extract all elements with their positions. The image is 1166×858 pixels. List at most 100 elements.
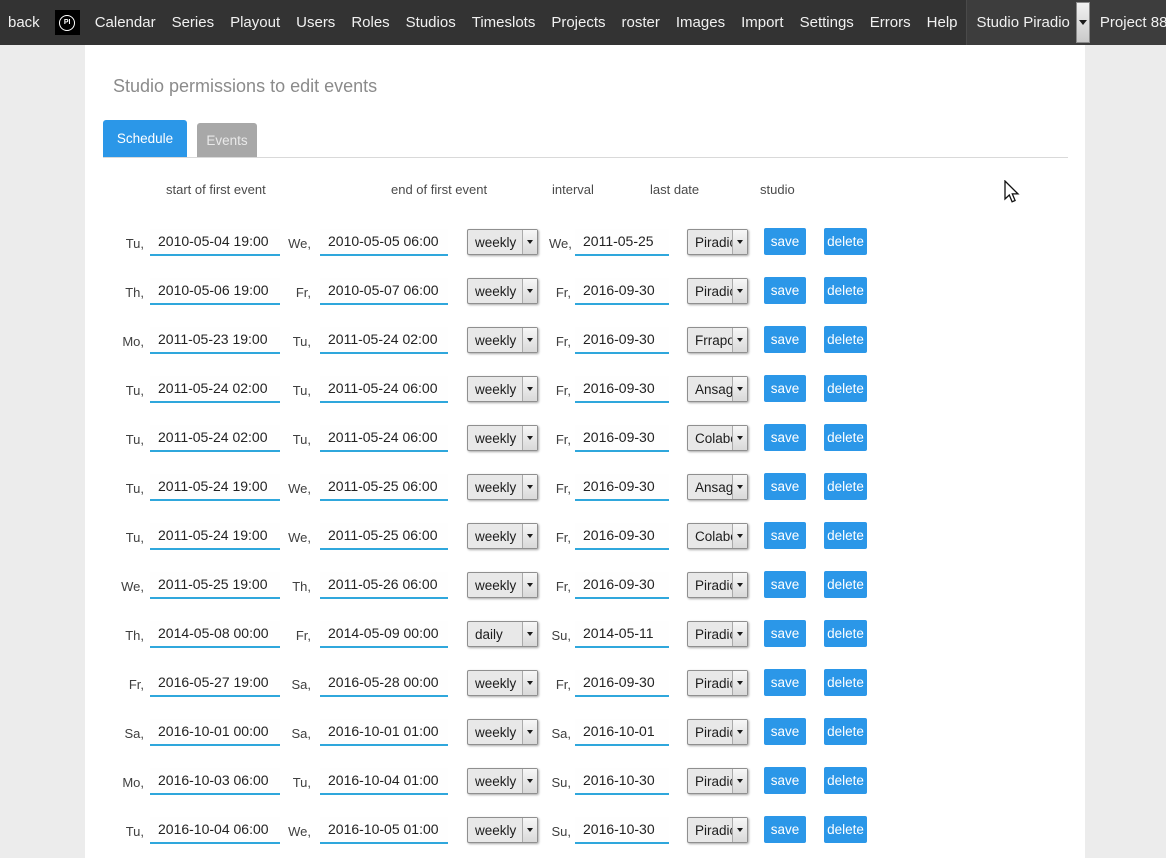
nav-item-help[interactable]: Help: [919, 14, 966, 31]
delete-button[interactable]: delete: [824, 571, 867, 598]
save-button[interactable]: save: [764, 669, 806, 696]
nav-item-users[interactable]: Users: [288, 14, 343, 31]
studio-select[interactable]: Frrapo: [687, 327, 748, 353]
save-button[interactable]: save: [764, 277, 806, 304]
start-datetime-input[interactable]: [150, 572, 280, 599]
studio-select[interactable]: Colabo: [687, 523, 748, 549]
nav-item-calendar[interactable]: Calendar: [87, 14, 164, 31]
end-datetime-input[interactable]: [320, 572, 448, 599]
start-datetime-input[interactable]: [150, 817, 280, 844]
last-date-input[interactable]: [575, 670, 669, 697]
app-logo[interactable]: PI: [55, 10, 80, 35]
delete-button[interactable]: delete: [824, 620, 867, 647]
end-datetime-input[interactable]: [320, 474, 448, 501]
interval-select[interactable]: weekly: [467, 523, 538, 549]
last-date-input[interactable]: [575, 523, 669, 550]
studio-select[interactable]: Piradio: [687, 572, 748, 598]
studio-select[interactable]: Piradio: [687, 229, 748, 255]
tab-events[interactable]: Events: [197, 123, 257, 157]
interval-select[interactable]: weekly: [467, 474, 538, 500]
delete-button[interactable]: delete: [824, 326, 867, 353]
end-datetime-input[interactable]: [320, 621, 448, 648]
save-button[interactable]: save: [764, 326, 806, 353]
start-datetime-input[interactable]: [150, 768, 280, 795]
interval-select[interactable]: daily: [467, 621, 538, 647]
start-datetime-input[interactable]: [150, 621, 280, 648]
project-selector[interactable]: Project 88vier: [1096, 0, 1166, 45]
interval-select[interactable]: weekly: [467, 425, 538, 451]
save-button[interactable]: save: [764, 375, 806, 402]
end-datetime-input[interactable]: [320, 327, 448, 354]
end-datetime-input[interactable]: [320, 670, 448, 697]
delete-button[interactable]: delete: [824, 767, 867, 794]
delete-button[interactable]: delete: [824, 228, 867, 255]
nav-item-series[interactable]: Series: [164, 14, 223, 31]
last-date-input[interactable]: [575, 376, 669, 403]
save-button[interactable]: save: [764, 522, 806, 549]
nav-item-settings[interactable]: Settings: [792, 14, 862, 31]
start-datetime-input[interactable]: [150, 278, 280, 305]
delete-button[interactable]: delete: [824, 473, 867, 500]
nav-item-roles[interactable]: Roles: [343, 14, 397, 31]
delete-button[interactable]: delete: [824, 522, 867, 549]
nav-item-projects[interactable]: Projects: [543, 14, 613, 31]
studio-select[interactable]: Piradio: [687, 621, 748, 647]
end-datetime-input[interactable]: [320, 229, 448, 256]
interval-select[interactable]: weekly: [467, 327, 538, 353]
nav-item-roster[interactable]: roster: [614, 14, 668, 31]
studio-select[interactable]: Ansage: [687, 474, 748, 500]
end-datetime-input[interactable]: [320, 523, 448, 550]
delete-button[interactable]: delete: [824, 277, 867, 304]
start-datetime-input[interactable]: [150, 523, 280, 550]
save-button[interactable]: save: [764, 473, 806, 500]
nav-item-import[interactable]: Import: [733, 14, 792, 31]
save-button[interactable]: save: [764, 816, 806, 843]
save-button[interactable]: save: [764, 718, 806, 745]
save-button[interactable]: save: [764, 620, 806, 647]
last-date-input[interactable]: [575, 719, 669, 746]
back-link[interactable]: back: [0, 14, 48, 31]
studio-select[interactable]: Piradio: [687, 719, 748, 745]
interval-select[interactable]: weekly: [467, 376, 538, 402]
tab-schedule[interactable]: Schedule: [103, 120, 187, 157]
studio-select[interactable]: Piradio: [687, 768, 748, 794]
delete-button[interactable]: delete: [824, 669, 867, 696]
studio-selector[interactable]: Studio Piradio: [973, 0, 1090, 45]
interval-select[interactable]: weekly: [467, 572, 538, 598]
start-datetime-input[interactable]: [150, 229, 280, 256]
last-date-input[interactable]: [575, 768, 669, 795]
interval-select[interactable]: weekly: [467, 278, 538, 304]
last-date-input[interactable]: [575, 572, 669, 599]
delete-button[interactable]: delete: [824, 375, 867, 402]
nav-item-timeslots[interactable]: Timeslots: [464, 14, 544, 31]
start-datetime-input[interactable]: [150, 670, 280, 697]
save-button[interactable]: save: [764, 767, 806, 794]
interval-select[interactable]: weekly: [467, 670, 538, 696]
nav-item-studios[interactable]: Studios: [398, 14, 464, 31]
interval-select[interactable]: weekly: [467, 719, 538, 745]
end-datetime-input[interactable]: [320, 719, 448, 746]
end-datetime-input[interactable]: [320, 817, 448, 844]
studio-select[interactable]: Piradio: [687, 670, 748, 696]
delete-button[interactable]: delete: [824, 718, 867, 745]
save-button[interactable]: save: [764, 228, 806, 255]
interval-select[interactable]: weekly: [467, 768, 538, 794]
delete-button[interactable]: delete: [824, 424, 867, 451]
last-date-input[interactable]: [575, 817, 669, 844]
start-datetime-input[interactable]: [150, 376, 280, 403]
last-date-input[interactable]: [575, 474, 669, 501]
studio-select[interactable]: Colabo: [687, 425, 748, 451]
end-datetime-input[interactable]: [320, 278, 448, 305]
delete-button[interactable]: delete: [824, 816, 867, 843]
last-date-input[interactable]: [575, 621, 669, 648]
studio-select[interactable]: Piradio: [687, 817, 748, 843]
last-date-input[interactable]: [575, 425, 669, 452]
studio-select[interactable]: Piradio: [687, 278, 748, 304]
start-datetime-input[interactable]: [150, 327, 280, 354]
last-date-input[interactable]: [575, 278, 669, 305]
nav-item-errors[interactable]: Errors: [862, 14, 919, 31]
start-datetime-input[interactable]: [150, 474, 280, 501]
save-button[interactable]: save: [764, 571, 806, 598]
studio-selector-dropdown-button[interactable]: [1076, 2, 1090, 43]
save-button[interactable]: save: [764, 424, 806, 451]
